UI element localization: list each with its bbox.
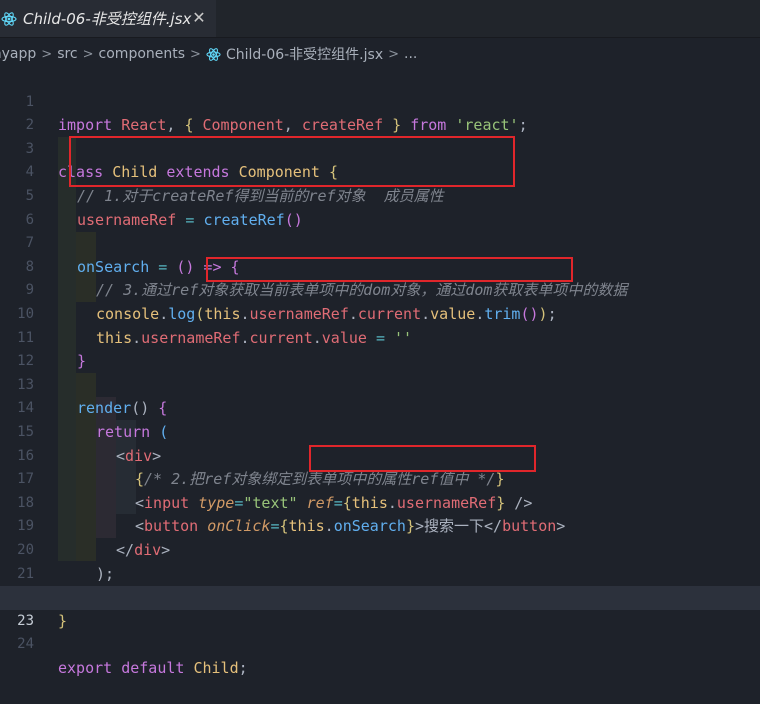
code-line: 13 render() {: [0, 350, 760, 418]
code-line: 20 );: [0, 515, 760, 583]
close-icon[interactable]: ✕: [188, 7, 210, 29]
breadcrumb: myapp > src > components > Child-06-非受控组…: [0, 41, 760, 67]
code-line: 6: [0, 185, 760, 228]
code-editor[interactable]: 1 import React, { Component, createRef }…: [0, 67, 760, 677]
code-line: 8 // 3.通过ref对象获取当前表单项中的dom对象，通过dom获取表单项中…: [0, 232, 760, 300]
tab-title: Child-06-非受控组件.jsx: [23, 10, 192, 28]
keyword: default: [121, 658, 185, 677]
annotation-box: [309, 445, 536, 472]
annotation-box: [69, 136, 515, 187]
code-line: 12: [0, 327, 760, 369]
code-line: 1 import React, { Component, createRef }…: [0, 67, 760, 135]
chevron-right-icon: >: [41, 46, 53, 62]
chevron-right-icon: >: [190, 46, 201, 62]
keyword: export: [58, 658, 113, 677]
editor-tab-bar: Child-06-非受控组件.jsx ✕: [0, 0, 760, 38]
breadcrumb-item[interactable]: src: [57, 46, 77, 62]
breadcrumb-tail[interactable]: ...: [404, 46, 417, 62]
code-line: 7 onSearch = () => {: [0, 209, 760, 276]
chevron-right-icon: >: [82, 46, 94, 62]
code-line: 11 }: [0, 303, 760, 371]
code-line: 14 return (: [0, 374, 760, 441]
chevron-right-icon: >: [388, 46, 400, 62]
code-line: 21 }: [0, 539, 760, 607]
breadcrumb-item[interactable]: myapp: [0, 46, 36, 62]
punct: ;: [238, 658, 248, 677]
code-line: 24 export default Child;: [0, 610, 760, 677]
editor-tab-active[interactable]: Child-06-非受控组件.jsx ✕: [0, 0, 216, 37]
annotation-box: [206, 257, 573, 282]
code-line: 10 this.usernameRef.current.value = '': [0, 279, 760, 347]
breadcrumb-file[interactable]: Child-06-非受控组件.jsx: [226, 44, 383, 64]
react-icon: [206, 47, 221, 61]
code-line: 16 {/* 2.把ref对象绑定到表单项中的属性ref值中 */}: [0, 421, 760, 489]
code-line: 22 }: [0, 563, 760, 630]
breadcrumb-item[interactable]: components: [99, 46, 186, 62]
code-line: 15 <div>: [0, 397, 760, 465]
code-line: 19 </div>: [0, 492, 760, 559]
class-name: Child: [193, 658, 239, 677]
line-number: 24: [17, 636, 34, 653]
code-line: 2: [0, 91, 760, 133]
code-line: 3 class Child extends Component {: [0, 114, 760, 182]
code-line-current: 23: [0, 586, 760, 629]
react-icon: [1, 11, 17, 26]
